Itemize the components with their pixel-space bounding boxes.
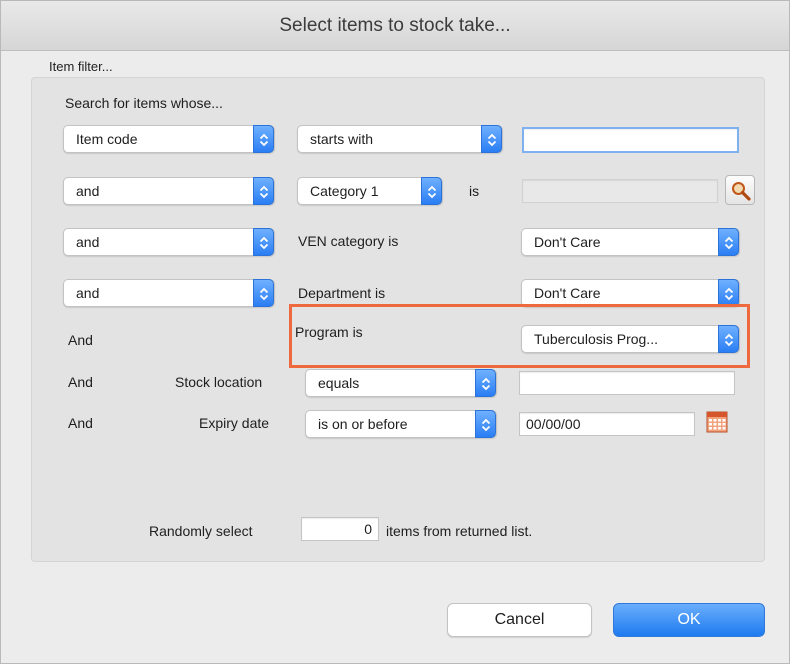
item-field-value: Item code [76, 131, 138, 147]
row2-conjunction-select[interactable]: and [63, 177, 275, 205]
up-down-chevron-icon [253, 177, 274, 205]
row6-conjunction-label: And [68, 374, 93, 390]
row3-conjunction-value: and [76, 234, 100, 250]
category-select[interactable]: Category 1 [297, 177, 443, 205]
program-value: Tuberculosis Prog... [534, 331, 658, 347]
ven-category-value: Don't Care [534, 234, 601, 250]
expiry-date-label: Expiry date [199, 415, 270, 431]
program-label: Program is [295, 324, 363, 340]
random-suffix-label: items from returned list. [386, 523, 533, 539]
row7-conjunction-label: And [68, 415, 93, 431]
category-value-field [522, 179, 718, 203]
row5-conjunction-label: And [68, 332, 93, 348]
row4-conjunction-value: and [76, 285, 100, 301]
department-label: Department is [298, 285, 386, 301]
ven-category-label: VEN category is [298, 233, 399, 249]
category-is-label: is [469, 183, 480, 199]
item-operator-select[interactable]: starts with [297, 125, 503, 153]
item-filter-label: Item filter... [49, 59, 113, 74]
category-value: Category 1 [310, 183, 379, 199]
row2-conjunction-value: and [76, 183, 100, 199]
up-down-chevron-icon [481, 125, 502, 153]
row3-conjunction-select[interactable]: and [63, 228, 275, 256]
up-down-chevron-icon [475, 410, 496, 438]
random-count-input[interactable]: 0 [301, 517, 379, 541]
program-select[interactable]: Tuberculosis Prog... [521, 325, 740, 353]
row4-conjunction-select[interactable]: and [63, 279, 275, 307]
stock-location-operator-value: equals [318, 375, 360, 391]
item-search-input[interactable] [522, 127, 739, 153]
stock-location-input[interactable] [519, 371, 735, 395]
stock-location-operator-select[interactable]: equals [305, 369, 497, 397]
up-down-chevron-icon [718, 325, 739, 353]
stock-location-label: Stock location [175, 374, 263, 390]
item-operator-value: starts with [310, 131, 374, 147]
stock-take-dialog: Select items to stock take... Item filte… [0, 0, 790, 664]
up-down-chevron-icon [718, 279, 739, 307]
up-down-chevron-icon [253, 279, 274, 307]
calendar-button[interactable] [706, 411, 728, 433]
magnifier-icon [732, 182, 751, 201]
department-value: Don't Care [534, 285, 601, 301]
up-down-chevron-icon [253, 125, 274, 153]
cancel-button[interactable]: Cancel [447, 603, 592, 637]
random-select-label: Randomly select [149, 523, 253, 539]
expiry-date-input[interactable]: 00/00/00 [519, 412, 695, 436]
dialog-title: Select items to stock take... [1, 1, 789, 51]
calendar-icon [706, 411, 728, 433]
expiry-operator-value: is on or before [318, 416, 408, 432]
ven-category-select[interactable]: Don't Care [521, 228, 740, 256]
search-intro-label: Search for items whose... [65, 95, 223, 111]
item-field-select[interactable]: Item code [63, 125, 275, 153]
up-down-chevron-icon [475, 369, 496, 397]
category-search-button[interactable] [725, 175, 755, 205]
up-down-chevron-icon [718, 228, 739, 256]
expiry-operator-select[interactable]: is on or before [305, 410, 497, 438]
up-down-chevron-icon [421, 177, 442, 205]
up-down-chevron-icon [253, 228, 274, 256]
ok-button[interactable]: OK [613, 603, 765, 637]
department-select[interactable]: Don't Care [521, 279, 740, 307]
